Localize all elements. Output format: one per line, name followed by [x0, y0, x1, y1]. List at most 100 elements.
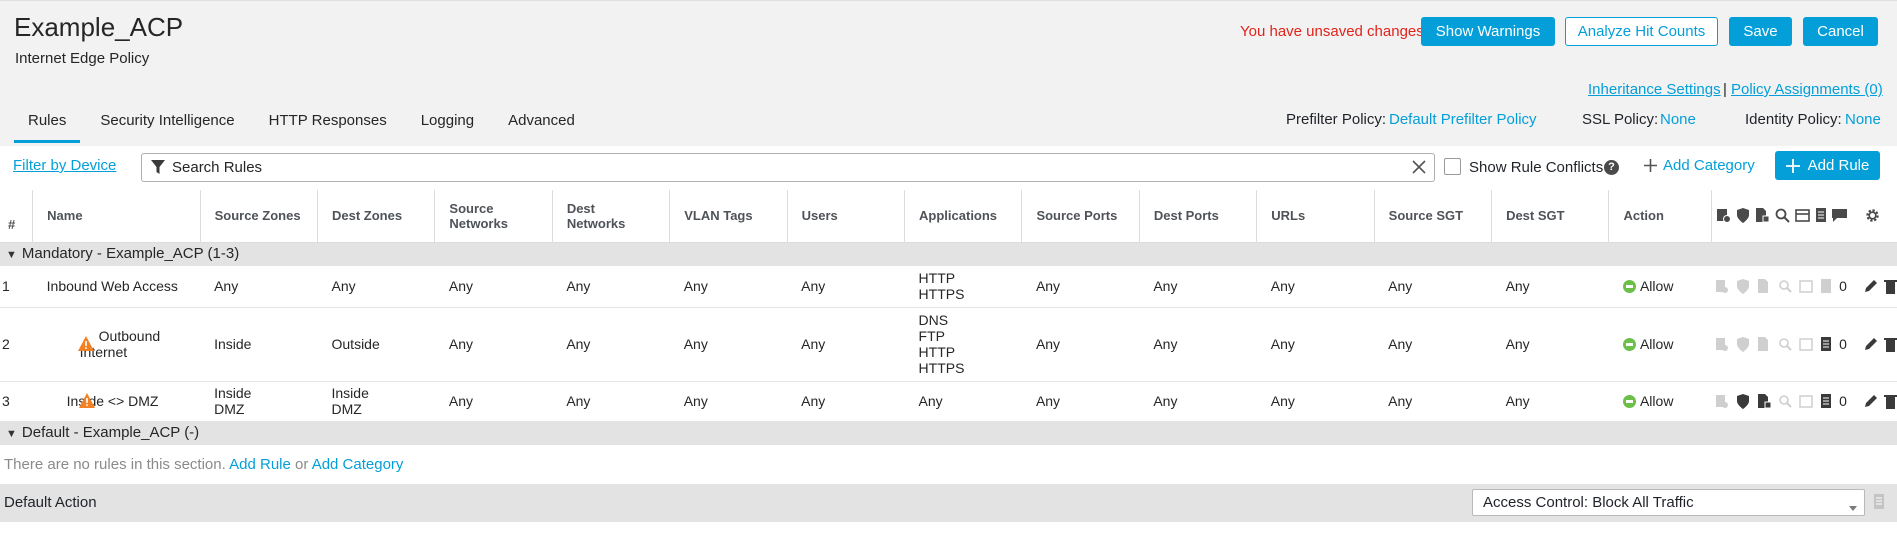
document-icon[interactable] [1820, 336, 1832, 352]
add-category-link[interactable]: Add Category [312, 456, 404, 473]
intrusion-policy-icon[interactable] [1715, 337, 1729, 352]
rule-name[interactable]: Inbound Web Access [32, 266, 201, 308]
collapse-icon[interactable]: ▼ [6, 249, 17, 261]
col-action[interactable]: Action [1608, 190, 1712, 243]
ssl-policy-link[interactable]: None [1660, 111, 1696, 128]
clear-search-icon[interactable] [1412, 160, 1426, 177]
policy-assignments-link[interactable]: Policy Assignments (0) [1731, 81, 1883, 98]
search-rules-input[interactable]: Search Rules [141, 153, 1435, 182]
help-icon[interactable]: ? [1604, 160, 1619, 175]
rule-applications: HTTP HTTPS [904, 266, 1022, 308]
save-button[interactable]: Save [1729, 17, 1792, 46]
add-rule-link[interactable]: Add Rule [229, 456, 291, 473]
zone-item: DMZ [214, 401, 245, 417]
default-action-select[interactable]: Access Control: Block All Traffic [1472, 489, 1865, 516]
file-policy-icon[interactable] [1757, 393, 1772, 409]
identity-policy-link[interactable]: None [1845, 111, 1881, 128]
warning-icon[interactable] [77, 335, 94, 354]
intrusion-policy-icon[interactable] [1715, 394, 1729, 409]
col-dest-zones[interactable]: Dest Zones [317, 190, 436, 243]
rule-icons: 0 [1711, 381, 1897, 422]
rule-name-cell[interactable]: Outbound Internet [32, 307, 201, 382]
col-source-zones[interactable]: Source Zones [200, 190, 319, 243]
logging-document-icon[interactable] [1873, 494, 1885, 513]
rule-source-zones: Any [200, 266, 318, 308]
filter-by-device-link[interactable]: Filter by Device [13, 157, 116, 174]
delete-icon[interactable] [1883, 394, 1897, 409]
col-source-networks[interactable]: Source Networks [434, 190, 553, 243]
rule-action[interactable]: Allow [1608, 266, 1712, 308]
warning-icon[interactable] [78, 392, 95, 411]
tab-rules[interactable]: Rules [14, 109, 81, 143]
col-urls[interactable]: URLs [1256, 190, 1375, 243]
rule-applications: Any [904, 381, 1022, 422]
prefilter-policy-link[interactable]: Default Prefilter Policy [1389, 111, 1537, 128]
col-dest-ports[interactable]: Dest Ports [1139, 190, 1258, 243]
inheritance-settings-link[interactable]: Inheritance Settings [1588, 81, 1721, 98]
add-rule-button[interactable]: Add Rule [1775, 151, 1880, 180]
shield-icon[interactable] [1736, 336, 1750, 352]
rule-name: Inside <> DMZ [66, 393, 159, 409]
allow-icon [1622, 395, 1636, 408]
rule-action[interactable]: Allow [1608, 381, 1712, 422]
cancel-button[interactable]: Cancel [1803, 17, 1878, 46]
analyze-hit-counts-button[interactable]: Analyze Hit Counts [1565, 17, 1718, 46]
edit-icon[interactable] [1863, 279, 1877, 294]
intrusion-policy-icon[interactable] [1715, 279, 1729, 294]
tab-logging[interactable]: Logging [407, 109, 488, 143]
gear-icon[interactable] [1864, 207, 1881, 224]
col-users[interactable]: Users [787, 190, 906, 243]
file-policy-icon[interactable] [1757, 278, 1771, 294]
section-header-mandatory[interactable]: ▼ Mandatory - Example_ACP (1-3) [0, 242, 1897, 266]
rule-users: Any [787, 381, 905, 422]
col-dest-networks[interactable]: Dest Networks [552, 190, 671, 243]
log-destination-icon[interactable] [1799, 337, 1813, 352]
col-name[interactable]: Name [32, 190, 201, 243]
rule-action[interactable]: Allow [1608, 307, 1712, 382]
collapse-icon[interactable]: ▼ [6, 428, 17, 440]
tab-http-responses[interactable]: HTTP Responses [255, 109, 401, 143]
rule-urls: Any [1256, 266, 1375, 308]
section-title: Mandatory - Example_ACP (1-3) [21, 244, 240, 262]
col-applications[interactable]: Applications [904, 190, 1023, 243]
plus-icon [1643, 158, 1658, 176]
add-category-link[interactable]: Add Category [1663, 157, 1755, 174]
default-action-value: Access Control: Block All Traffic [1483, 494, 1694, 511]
comment-icon [1831, 209, 1847, 223]
edit-icon[interactable] [1863, 394, 1877, 409]
log-destination-icon[interactable] [1799, 394, 1813, 409]
col-dest-sgt[interactable]: Dest SGT [1491, 190, 1610, 243]
shield-icon[interactable] [1736, 393, 1750, 409]
filter-icon [151, 160, 165, 178]
application-item: HTTP [918, 270, 956, 287]
shield-icon[interactable] [1736, 278, 1750, 294]
col-source-sgt[interactable]: Source SGT [1374, 190, 1493, 243]
rule-name-cell[interactable]: Inside <> DMZ [32, 381, 201, 422]
edit-icon[interactable] [1863, 337, 1877, 352]
empty-section-message: There are no rules in this section. Add … [0, 448, 1897, 482]
delete-icon[interactable] [1883, 279, 1897, 294]
show-rule-conflicts-checkbox[interactable] [1444, 158, 1461, 175]
logging-icon[interactable] [1778, 337, 1792, 352]
document-icon[interactable] [1820, 278, 1832, 294]
search-placeholder: Search Rules [172, 159, 263, 176]
logging-icon[interactable] [1778, 394, 1792, 409]
table-row[interactable]: 3 Inside <> DMZ Inside DMZ Inside DMZ An… [0, 381, 1897, 422]
show-warnings-button[interactable]: Show Warnings [1421, 17, 1555, 46]
section-header-default[interactable]: ▼ Default - Example_ACP (-) [0, 421, 1897, 445]
table-row[interactable]: 2 Outbound Internet Inside Outside Any A… [0, 307, 1897, 382]
col-vlan-tags[interactable]: VLAN Tags [669, 190, 788, 243]
delete-icon[interactable] [1883, 337, 1897, 352]
rule-icons: 0 [1711, 266, 1897, 308]
document-icon[interactable] [1820, 393, 1832, 409]
table-row[interactable]: 1 Inbound Web Access Any Any Any Any Any… [0, 266, 1897, 308]
col-source-ports[interactable]: Source Ports [1021, 190, 1140, 243]
add-rule-label: Add Rule [1807, 157, 1870, 174]
logging-icon[interactable] [1778, 279, 1792, 294]
rule-dest-ports: Any [1139, 381, 1257, 422]
log-destination-icon[interactable] [1799, 279, 1813, 294]
file-policy-icon[interactable] [1757, 336, 1771, 352]
log-destination-icon [1794, 209, 1810, 223]
tab-security-intelligence[interactable]: Security Intelligence [86, 109, 248, 143]
tab-advanced[interactable]: Advanced [494, 109, 589, 143]
